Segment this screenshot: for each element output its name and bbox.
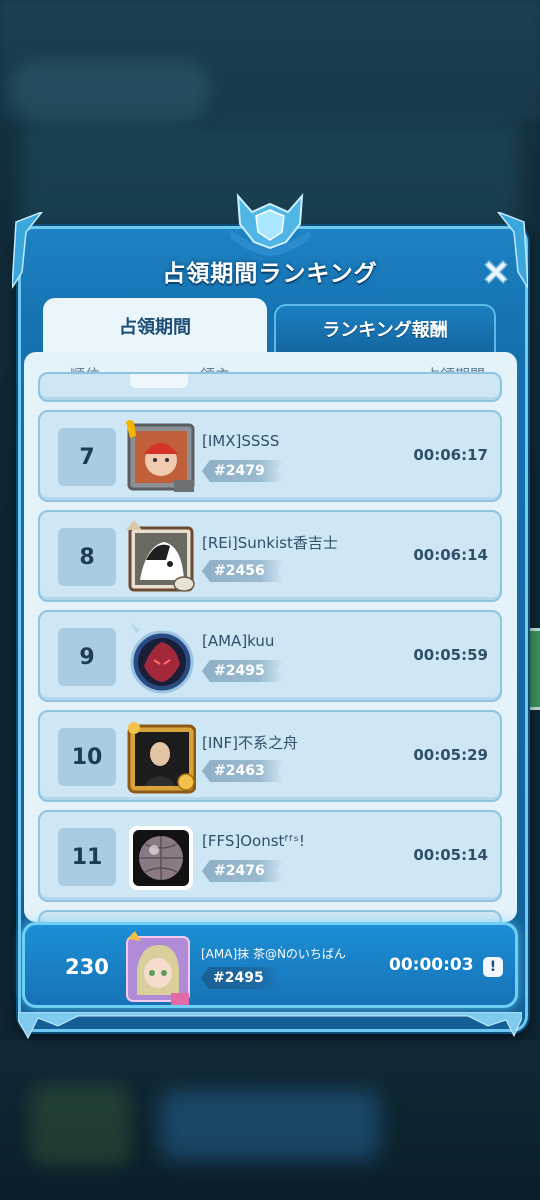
server-tag: #2456 [202, 560, 284, 582]
player-name: [AMA]kuu [202, 632, 275, 650]
my-server-tag: #2495 [201, 967, 281, 989]
ranking-row[interactable]: 7 [IMX]SSSS #2479 00:06:17 [38, 410, 502, 502]
my-player-name: [AMA]抹 茶@Ṅのいちばん [201, 947, 346, 961]
man-portrait-avatar[interactable] [126, 720, 196, 794]
tab-ranking-rewards[interactable]: ランキング報酬 [274, 304, 496, 352]
occupation-time: 00:05:14 [413, 846, 488, 864]
player-name: [INF]不系之舟 [202, 734, 298, 752]
close-icon [483, 259, 509, 285]
my-occupation-time: 00:00:03 [389, 955, 474, 975]
player-name: [IMX]SSSS [202, 432, 280, 450]
anime-girl-avatar[interactable] [121, 929, 195, 1007]
occupation-time: 00:05:59 [413, 646, 488, 664]
crest-icon [230, 193, 310, 256]
tab-occupation-period[interactable]: 占領期間 [43, 298, 267, 354]
rank-number: 10 [58, 728, 116, 786]
close-button[interactable] [476, 254, 516, 290]
ranking-row[interactable]: 11 [FFS]Oonstᶠᶠˢ! #2476 00:05:14 [38, 810, 502, 902]
server-tag: #2463 [202, 760, 284, 782]
anime-warrior-avatar[interactable] [126, 620, 196, 694]
server-tag: #2495 [202, 660, 284, 682]
baby-red-hat-avatar[interactable] [126, 420, 196, 494]
ranking-row[interactable]: 10 [INF]不系之舟 #2463 00:05:29 [38, 710, 502, 802]
rank-number: 7 [58, 428, 116, 486]
server-tag: #2476 [202, 860, 284, 882]
occupation-time: 00:06:17 [413, 446, 488, 464]
server-tag: #2479 [202, 460, 284, 482]
popup-title: 占領期間ランキング [162, 261, 378, 287]
list-item-partial [38, 372, 502, 402]
rank-number: 8 [58, 528, 116, 586]
my-rank-number: 230 [65, 955, 109, 979]
info-button[interactable]: ! [483, 957, 503, 977]
my-rank-row[interactable]: 230 [AMA]抹 茶@Ṅのいちばん #2495 00:00:03 ! [22, 922, 518, 1008]
player-name: [REi]Sunkist香吉士 [202, 534, 338, 552]
dog-avatar[interactable] [126, 520, 196, 594]
disco-ball-avatar[interactable] [126, 820, 196, 894]
rank-number: 11 [58, 828, 116, 886]
ranking-row[interactable]: 8 [REi]Sunkist香吉士 #2456 00:06:14 [38, 510, 502, 602]
occupation-time: 00:06:14 [413, 546, 488, 564]
ranking-row[interactable]: 9 [AMA]kuu #2495 00:05:59 [38, 610, 502, 702]
rank-number: 9 [58, 628, 116, 686]
player-name: [FFS]Oonstᶠᶠˢ! [202, 832, 305, 850]
icicle-deco [18, 1012, 522, 1040]
occupation-time: 00:05:29 [413, 746, 488, 764]
